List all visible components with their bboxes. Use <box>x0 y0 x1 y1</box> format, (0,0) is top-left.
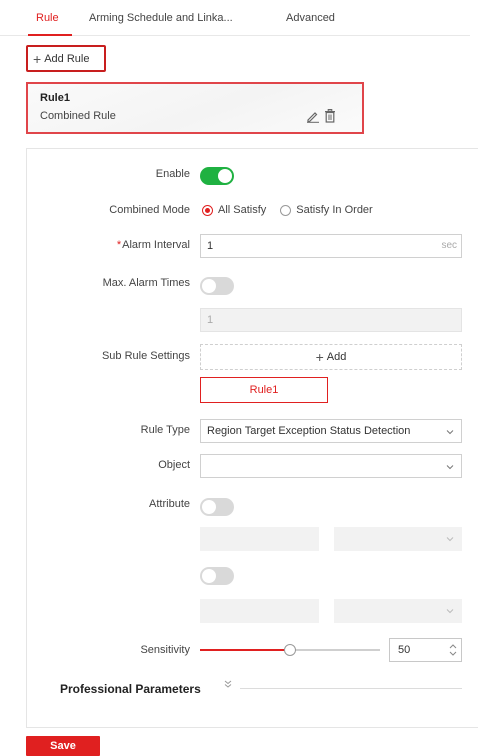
rule-type-label: Combined Rule <box>40 110 116 122</box>
sub-rule-item[interactable]: Rule1 <box>200 377 328 403</box>
attribute-toggle[interactable] <box>200 498 234 516</box>
alarm-interval-label-text: Alarm Interval <box>122 239 190 251</box>
sensitivity-value: 50 <box>398 644 411 656</box>
max-alarm-times-toggle[interactable] <box>200 277 234 295</box>
rule-type-value: Region Target Exception Status Detection <box>207 425 411 437</box>
toggle-knob <box>202 279 216 293</box>
save-button[interactable]: Save <box>26 736 100 756</box>
radio-unchecked-icon <box>280 204 292 216</box>
active-tab-indicator <box>28 34 72 36</box>
chevron-down-icon <box>446 609 454 614</box>
attribute-label: Attribute <box>149 498 190 510</box>
required-mark: * <box>116 239 122 251</box>
toggle-knob <box>202 500 216 514</box>
sensitivity-slider[interactable] <box>200 644 380 656</box>
plus-icon: + <box>315 349 324 365</box>
rule-type-select[interactable]: Region Target Exception Status Detection <box>200 419 462 443</box>
plus-icon: + <box>33 50 42 67</box>
toggle-knob <box>202 569 216 583</box>
enable-toggle[interactable] <box>200 167 234 185</box>
radio-checked-icon <box>202 204 213 216</box>
max-alarm-times-value: 1 <box>207 314 214 326</box>
radio-all-satisfy-label: All Satisfy <box>218 204 267 216</box>
toggle-knob <box>218 169 232 183</box>
enable-label: Enable <box>155 168 190 180</box>
chevron-down-icon <box>446 537 454 542</box>
combined-mode-label: Combined Mode <box>109 204 190 216</box>
alarm-interval-label: *Alarm Interval <box>117 239 190 251</box>
edit-icon[interactable] <box>306 109 320 123</box>
max-alarm-times-label: Max. Alarm Times <box>102 277 190 289</box>
double-chevron-down-icon[interactable] <box>224 680 232 688</box>
rule-card[interactable]: Rule1 Combined Rule <box>26 82 364 134</box>
sensitivity-slider-thumb[interactable] <box>284 644 296 656</box>
alarm-interval-input[interactable]: 1 sec <box>200 234 462 258</box>
tab-bar: Rule Arming Schedule and Linka... Advanc… <box>0 0 470 36</box>
object-select[interactable] <box>200 454 462 478</box>
sub-rule-settings-label: Sub Rule Settings <box>101 350 190 362</box>
alarm-interval-unit: sec <box>441 240 457 251</box>
attribute-input-disabled <box>200 527 319 551</box>
professional-parameters-title: Professional Parameters <box>60 682 201 696</box>
tab-advanced[interactable]: Advanced <box>286 12 335 24</box>
max-alarm-times-input: 1 <box>200 308 462 332</box>
alarm-interval-value: 1 <box>207 240 214 252</box>
attribute-select-disabled-2 <box>334 599 462 623</box>
rule-type-select-label: Rule Type <box>140 424 190 436</box>
sensitivity-number-input[interactable]: 50 <box>389 638 462 662</box>
add-rule-button[interactable]: + Add Rule <box>26 45 106 72</box>
combined-mode-radio-group: All Satisfy Satisfy In Order <box>202 204 387 216</box>
divider <box>240 688 462 689</box>
add-sub-rule-label: Add <box>326 351 347 363</box>
sensitivity-label: Sensitivity <box>140 644 190 656</box>
chevron-down-icon <box>446 430 454 435</box>
radio-satisfy-in-order[interactable]: Satisfy In Order <box>280 204 373 216</box>
smart-event-rule-page: Rule Arming Schedule and Linka... Advanc… <box>0 0 478 756</box>
rule-name: Rule1 <box>40 92 70 104</box>
attribute-select-disabled <box>334 527 462 551</box>
add-rule-label: Add Rule <box>44 52 90 65</box>
tab-rule[interactable]: Rule <box>36 12 59 24</box>
sensitivity-slider-fill <box>200 649 290 651</box>
chevron-down-icon <box>446 465 454 470</box>
add-sub-rule-button[interactable]: + Add <box>200 344 462 370</box>
attribute-toggle-2[interactable] <box>200 567 234 585</box>
delete-icon[interactable] <box>324 109 336 123</box>
object-label: Object <box>158 459 190 471</box>
stepper-icon[interactable] <box>449 642 457 658</box>
radio-all-satisfy[interactable]: All Satisfy <box>202 204 266 216</box>
tab-arming-schedule[interactable]: Arming Schedule and Linka... <box>89 12 233 24</box>
attribute-input-disabled-2 <box>200 599 319 623</box>
radio-satisfy-in-order-label: Satisfy In Order <box>296 204 373 216</box>
